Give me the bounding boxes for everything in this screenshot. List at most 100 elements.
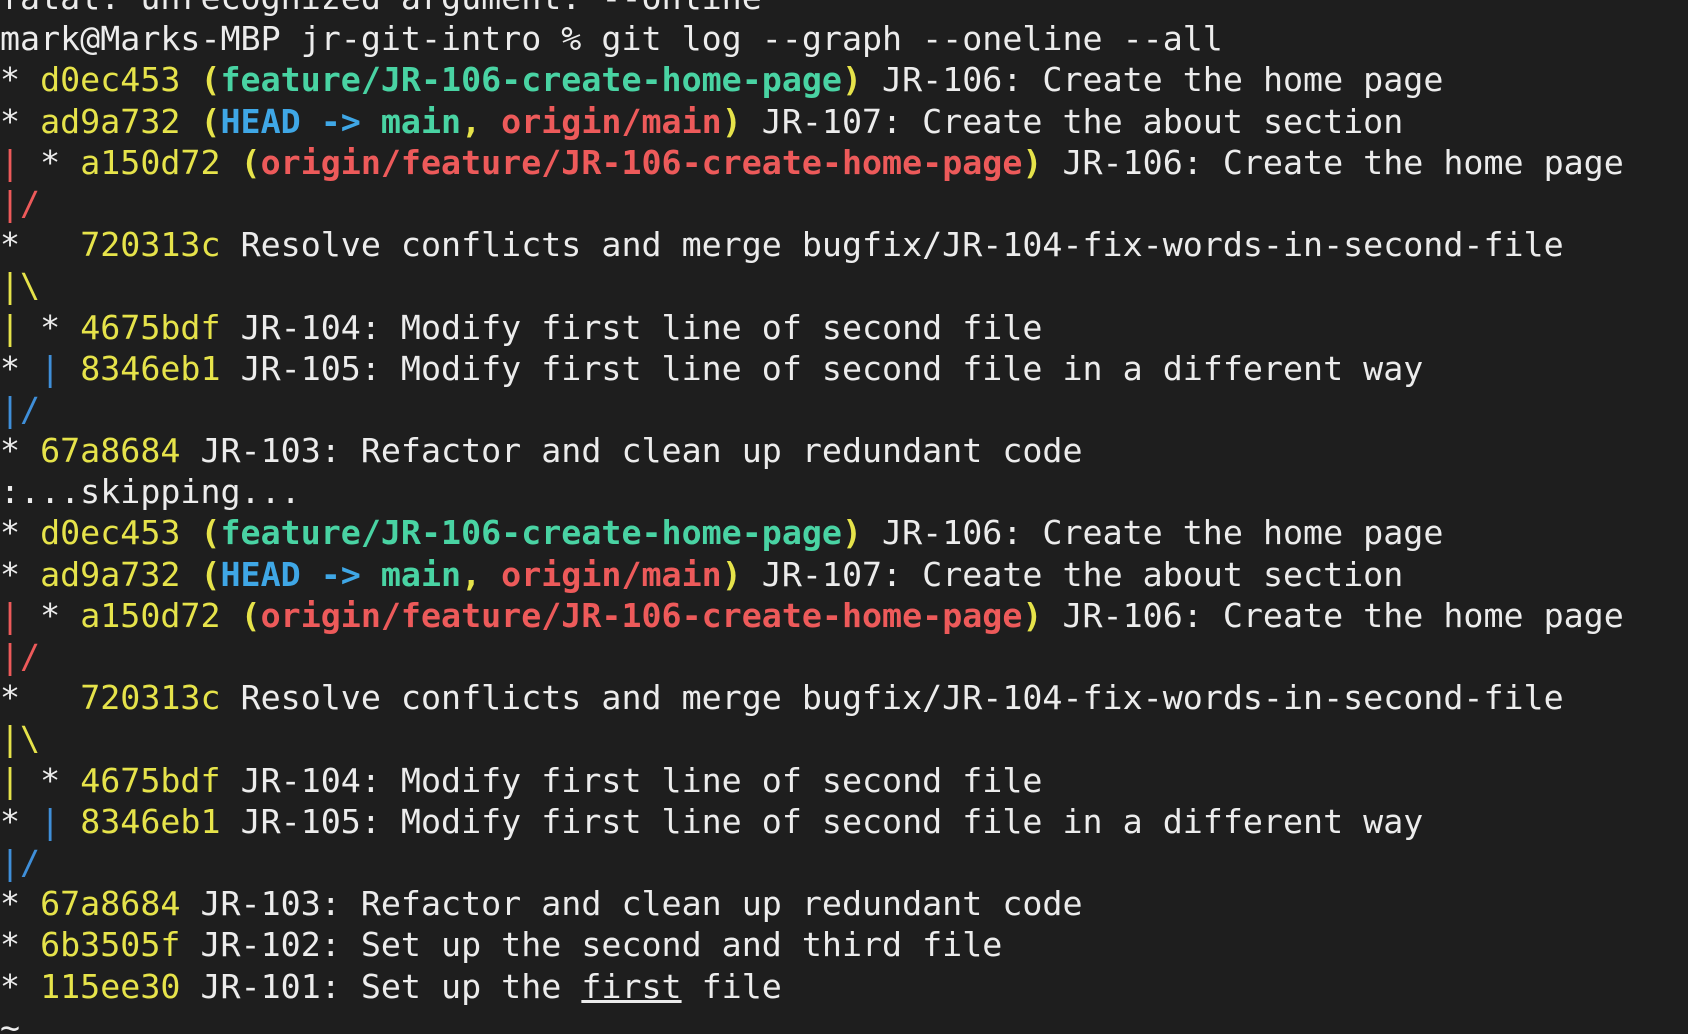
terminal-text: 115ee30 <box>40 966 201 1006</box>
terminal-text: * <box>0 513 41 553</box>
terminal-text: origin/feature/JR-106-create-home-page <box>260 595 1023 635</box>
terminal-text: 8346eb1 <box>80 348 241 388</box>
terminal-text: feature/JR-106-create-home-page <box>220 60 842 100</box>
terminal-text: , <box>461 554 502 594</box>
terminal-text: a150d72 <box>80 595 241 635</box>
terminal-text: mark@Marks-MBP jr-git-intro % git log --… <box>0 19 1223 59</box>
terminal-window[interactable]: fatal: unrecognized argument: --online ma… <box>0 0 1688 1034</box>
terminal-text: ) <box>1022 595 1043 635</box>
terminal-line: * 6b3505f JR-102: Set up the second and … <box>0 924 1624 965</box>
terminal-text: | <box>0 595 21 635</box>
terminal-text: * <box>20 595 81 635</box>
terminal-text: * <box>0 801 41 841</box>
terminal-text: ( <box>200 513 221 553</box>
terminal-text: 720313c <box>80 678 241 718</box>
terminal-text: Resolve conflicts and merge bugfix/JR-10… <box>240 225 1564 265</box>
terminal-line: :...skipping... <box>0 471 1624 512</box>
terminal-text: ( <box>240 142 261 182</box>
terminal-text: Resolve conflicts and merge bugfix/JR-10… <box>240 678 1564 718</box>
terminal-text: |/ <box>0 842 41 882</box>
terminal-line: * 67a8684 JR-103: Refactor and clean up … <box>0 883 1624 924</box>
terminal-text: JR-106: Create the home page <box>1042 142 1624 182</box>
terminal-text: ) <box>721 101 742 141</box>
terminal-text: 4675bdf <box>80 760 241 800</box>
terminal-text: ) <box>1022 142 1043 182</box>
terminal-text: main <box>380 101 462 141</box>
terminal-text: * <box>0 966 41 1006</box>
terminal-text: d0ec453 <box>40 60 201 100</box>
terminal-text: a150d72 <box>80 142 241 182</box>
terminal-text: * <box>0 554 41 594</box>
terminal-line: mark@Marks-MBP jr-git-intro % git log --… <box>0 18 1624 59</box>
terminal-text: * <box>20 307 81 347</box>
terminal-text: ( <box>200 554 221 594</box>
terminal-line: |/ <box>0 389 1624 430</box>
terminal-text: |\ <box>0 719 41 759</box>
terminal-text: 67a8684 <box>40 884 201 924</box>
terminal-text: | <box>40 801 61 841</box>
terminal-text: d0ec453 <box>40 513 201 553</box>
terminal-text: JR-107: Create the about section <box>741 101 1404 141</box>
terminal-text: ad9a732 <box>40 101 201 141</box>
terminal-text: JR-101: Set up the <box>200 966 582 1006</box>
terminal-line: | * a150d72 (origin/feature/JR-106-creat… <box>0 595 1624 636</box>
terminal-text: |/ <box>0 183 41 223</box>
terminal-line: |\ <box>0 265 1624 306</box>
terminal-line: * d0ec453 (feature/JR-106-create-home-pa… <box>0 512 1624 553</box>
terminal-line: * | 8346eb1 JR-105: Modify first line of… <box>0 348 1624 389</box>
terminal-text: JR-106: Create the home page <box>862 513 1444 553</box>
terminal-line: |/ <box>0 183 1624 224</box>
terminal-text: * <box>0 101 41 141</box>
terminal-text: | <box>40 348 61 388</box>
terminal-text: * <box>0 678 81 718</box>
terminal-text: HEAD -> <box>220 554 381 594</box>
terminal-line: |\ <box>0 718 1624 759</box>
terminal-text: ) <box>841 60 863 100</box>
terminal-text: ad9a732 <box>40 554 201 594</box>
terminal-text: JR-105: Modify first line of second file… <box>240 348 1424 388</box>
terminal-text: | <box>0 142 21 182</box>
terminal-text: feature/JR-106-create-home-page <box>220 513 842 553</box>
terminal-line: * 115ee30 JR-101: Set up the first file <box>0 966 1624 1007</box>
terminal-line: * ad9a732 (HEAD -> main, origin/main) JR… <box>0 554 1624 595</box>
terminal-text: JR-105: Modify first line of second file… <box>240 801 1424 841</box>
terminal-line: * ad9a732 (HEAD -> main, origin/main) JR… <box>0 101 1624 142</box>
terminal-text: * <box>20 142 81 182</box>
terminal-text: ( <box>240 595 261 635</box>
terminal-text: * <box>0 60 41 100</box>
terminal-text: |\ <box>0 266 41 306</box>
terminal-text: |/ <box>0 389 41 429</box>
terminal-line: ~ <box>0 1007 1624 1034</box>
terminal-line: * 67a8684 JR-103: Refactor and clean up … <box>0 430 1624 471</box>
terminal-line: | * 4675bdf JR-104: Modify first line of… <box>0 760 1624 801</box>
terminal-text: 67a8684 <box>40 431 201 471</box>
terminal-text: | <box>0 760 21 800</box>
terminal-line: | * a150d72 (origin/feature/JR-106-creat… <box>0 142 1624 183</box>
terminal-text: JR-104: Modify first line of second file <box>240 307 1043 347</box>
terminal-text: ) <box>721 554 742 594</box>
terminal-text: |/ <box>0 637 41 676</box>
terminal-text: main <box>380 554 462 594</box>
terminal-line: |/ <box>0 636 1624 677</box>
terminal-text: origin/feature/JR-106-create-home-page <box>260 142 1023 182</box>
terminal-text: * <box>0 431 41 471</box>
terminal-text: * <box>0 348 41 388</box>
terminal-text: * <box>20 760 81 800</box>
terminal-text: ( <box>200 60 221 100</box>
terminal-text: ) <box>841 513 863 553</box>
terminal-text: JR-103: Refactor and clean up redundant … <box>200 884 1083 924</box>
terminal-text: :...skipping... <box>0 472 301 512</box>
terminal-text: JR-106: Create the home page <box>862 60 1444 100</box>
terminal-line: * 720313c Resolve conflicts and merge bu… <box>0 224 1624 265</box>
terminal-line: fatal: unrecognized argument: --online <box>0 0 1624 18</box>
terminal-text: file <box>681 966 782 1006</box>
terminal-text: JR-102: Set up the second and third file <box>200 925 1003 965</box>
terminal-output: fatal: unrecognized argument: --online ma… <box>0 0 1624 1034</box>
terminal-text: * <box>0 925 41 965</box>
terminal-line: | * 4675bdf JR-104: Modify first line of… <box>0 307 1624 348</box>
terminal-text: fatal: unrecognized argument: --online <box>0 0 762 17</box>
terminal-text: HEAD -> <box>220 101 381 141</box>
terminal-text: | <box>0 307 21 347</box>
